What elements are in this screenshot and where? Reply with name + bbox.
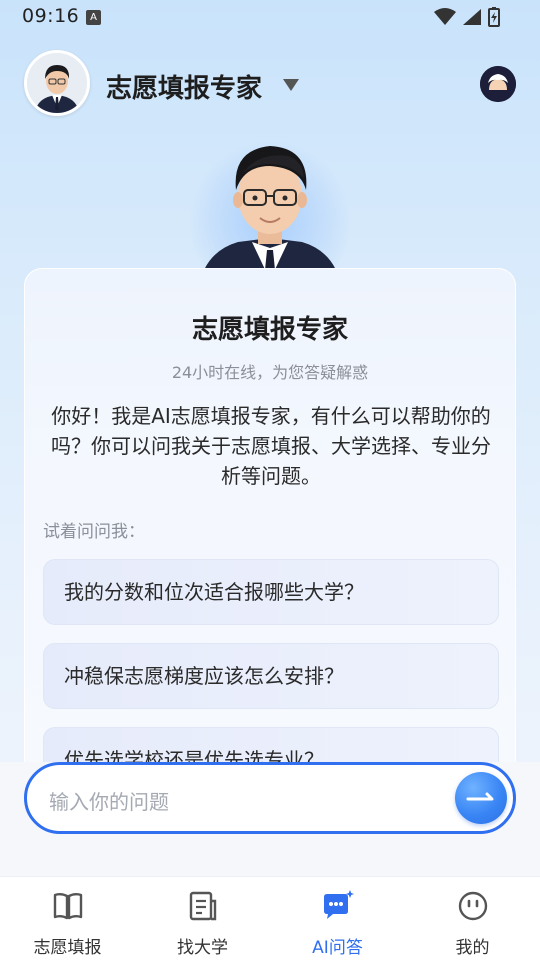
nav-item-find-university[interactable]: 找大学	[135, 877, 270, 960]
status-bar: 09:16 A	[0, 0, 540, 34]
document-icon	[189, 891, 216, 921]
suggestion-chip[interactable]: 我的分数和位次适合报哪些大学？	[43, 559, 499, 625]
try-asking-label: 试着问问我：	[43, 522, 145, 542]
suggestion-chip[interactable]: 冲稳保志愿梯度应该怎么安排？	[43, 643, 499, 709]
nav-item-ai-qa[interactable]: AI问答	[270, 877, 405, 960]
nav-label: 我的	[455, 938, 490, 958]
status-time: 09:16	[22, 5, 80, 27]
expert-portrait	[178, 130, 362, 302]
notification-icon: A	[86, 10, 101, 25]
chevron-down-icon[interactable]	[282, 78, 300, 92]
smile-face-icon	[458, 891, 487, 921]
nav-item-volunteer[interactable]: 志愿填报	[0, 877, 135, 960]
nav-label: 志愿填报	[33, 938, 102, 958]
chat-ai-icon	[323, 890, 354, 919]
status-icons	[434, 7, 500, 27]
battery-icon	[488, 7, 500, 27]
signal-icon	[463, 9, 481, 25]
input-placeholder: 输入你的问题	[49, 790, 169, 814]
card-subtitle: 24小时在线，为您答疑解惑	[171, 363, 369, 382]
arrow-right-icon	[466, 792, 494, 801]
bottom-nav: 志愿填报 找大学 AI问答 我的	[0, 876, 540, 960]
avatar-portrait	[27, 53, 87, 113]
portrait-figure	[198, 146, 342, 290]
nav-label: AI问答	[312, 938, 363, 958]
header: 志愿填报专家	[24, 50, 516, 118]
book-icon	[53, 893, 82, 920]
welcome-card: 志愿填报专家 24小时在线，为您答疑解惑 你好！我是AI志愿填报专家，有什么可以…	[24, 268, 516, 788]
wifi-icon	[434, 8, 456, 25]
greeting-message: 你好！我是AI志愿填报专家，有什么可以帮助你的吗？你可以问我关于志愿填报、大学选…	[51, 404, 491, 488]
profile-icon[interactable]	[480, 66, 516, 102]
nav-label: 找大学	[177, 938, 228, 958]
question-input[interactable]: 输入你的问题	[24, 762, 516, 834]
send-button[interactable]	[455, 772, 507, 824]
nav-item-mine[interactable]: 我的	[405, 877, 540, 960]
card-title: 志愿填报专家	[191, 315, 348, 345]
header-title[interactable]: 志愿填报专家	[106, 68, 262, 105]
expert-avatar[interactable]	[24, 50, 90, 116]
